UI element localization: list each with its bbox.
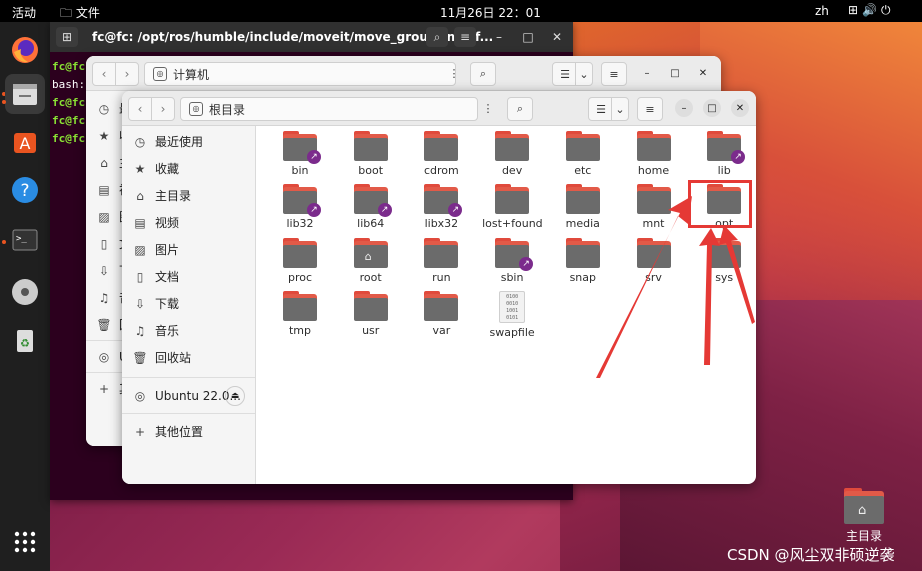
arrow-middle bbox=[699, 228, 720, 365]
arrow-left bbox=[596, 196, 692, 378]
arrow-right bbox=[719, 225, 755, 324]
desktop-home-folder[interactable]: ⌂ 主目录 bbox=[842, 488, 886, 544]
annotation-arrows bbox=[596, 196, 755, 378]
desktop-home-label: 主目录 bbox=[845, 529, 882, 543]
home-folder-icon: ⌂ bbox=[844, 488, 884, 524]
watermark: CSDN @风尘双非硕逆袭 bbox=[727, 546, 895, 564]
